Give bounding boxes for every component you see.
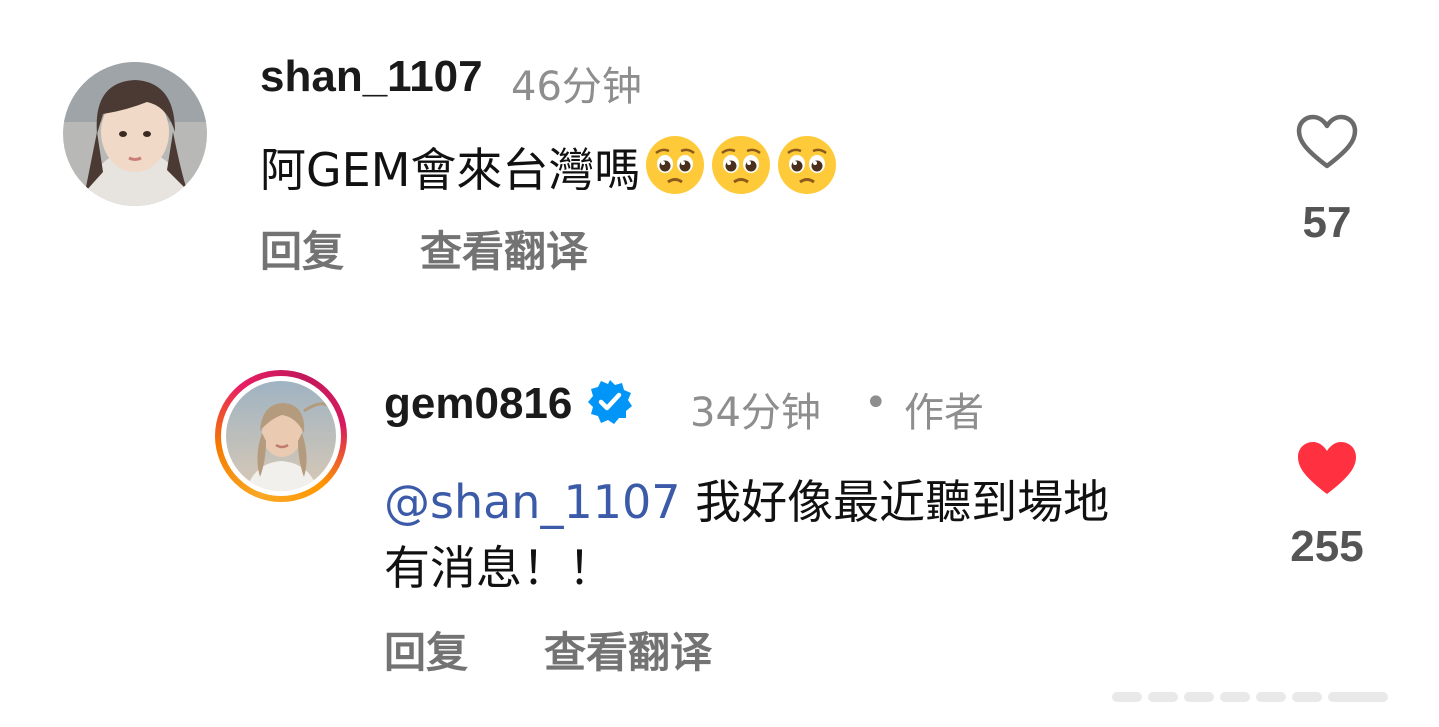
pleading-face-emoji xyxy=(710,134,772,210)
avatar-gem0816[interactable] xyxy=(226,381,336,491)
pleading-face-emoji xyxy=(644,134,706,210)
pleading-face-emoji xyxy=(776,134,838,210)
like-button[interactable] xyxy=(1296,114,1358,174)
reply-button[interactable]: 回复 xyxy=(384,619,468,680)
heart-filled-icon xyxy=(1298,442,1356,494)
verified-badge-icon xyxy=(586,378,634,430)
comment-text-line2: 有消息！！ xyxy=(384,541,614,595)
comment-text: 阿GEM會來台灣嗎 xyxy=(260,134,838,210)
see-translation-button[interactable]: 查看翻译 xyxy=(420,218,588,279)
heart-outline-icon xyxy=(1296,114,1358,169)
separator-dot: • xyxy=(864,380,888,426)
like-count: 57 xyxy=(1302,198,1352,247)
comment-text-body: 阿GEM會來台灣嗎 xyxy=(260,143,641,197)
like-count: 255 xyxy=(1290,522,1364,571)
comment-text-line1: 我好像最近聽到場地 xyxy=(680,475,1110,529)
scroll-indicator xyxy=(1112,690,1428,704)
comment-username[interactable]: gem0816 xyxy=(384,379,572,428)
reply-button[interactable]: 回复 xyxy=(260,218,344,279)
comment-header: gem0816 xyxy=(384,378,634,430)
story-ring[interactable] xyxy=(215,370,347,502)
mention-link[interactable]: @shan_1107 xyxy=(384,475,681,529)
comment-text: @shan_1107 我好像最近聽到場地 xyxy=(384,472,1109,532)
like-button[interactable] xyxy=(1296,440,1358,500)
comment-timestamp: 34分钟 xyxy=(690,390,821,436)
comment-timestamp: 46分钟 xyxy=(511,64,642,110)
see-translation-button[interactable]: 查看翻译 xyxy=(544,619,712,680)
author-label: 作者 xyxy=(904,390,984,436)
avatar-shan-1107[interactable] xyxy=(63,62,207,206)
comment-username[interactable]: shan_1107 xyxy=(260,52,483,102)
